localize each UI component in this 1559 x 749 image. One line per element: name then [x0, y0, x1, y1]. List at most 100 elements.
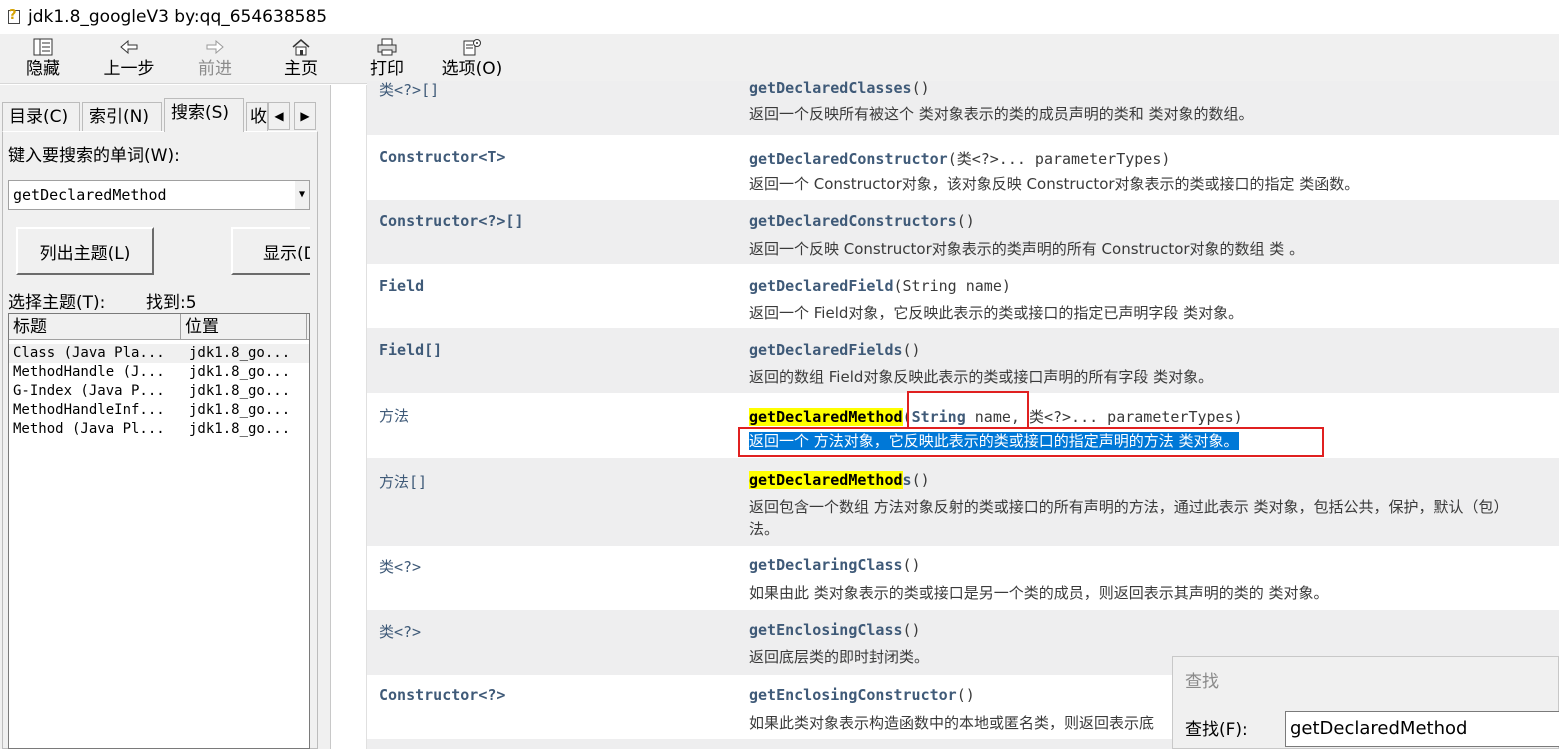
list-item[interactable]: MethodHandle (J... jdk1.8_go... — [9, 363, 309, 382]
method-description-cont: 法。 — [749, 520, 780, 538]
home-label: 主页 — [284, 59, 318, 79]
method-link[interactable]: getDeclaredField — [749, 277, 894, 295]
options-button[interactable]: 选项(O) — [432, 36, 512, 82]
back-label: 上一步 — [103, 59, 155, 79]
find-dialog: 查找 查找(F): getDeclaredMethod — [1172, 656, 1559, 749]
method-signature: getDeclaredMethods() — [749, 471, 930, 489]
navigation-tabs: 目录(C) 索引(N) 搜索(S) 收 ◀ ▶ — [2, 98, 322, 132]
method-link[interactable]: getDeclaredConstructors — [749, 212, 957, 230]
list-item[interactable]: G-Index (Java P... jdk1.8_go... — [9, 382, 309, 401]
window-title: jdk1.8_googleV3 by:qq_654638585 — [28, 7, 328, 27]
return-type: 类<?>[] — [379, 81, 440, 99]
select-topic-label: 选择主题(T): — [8, 293, 106, 313]
method-signature: getEnclosingClass() — [749, 621, 921, 639]
method-link-highlighted[interactable]: getDeclaredMethod — [749, 408, 903, 426]
hide-pane-icon — [32, 36, 54, 58]
method-signature: getDeclaredConstructors() — [749, 212, 975, 230]
return-type[interactable]: Field[] — [379, 341, 442, 359]
table-row: Constructor<?>[] getDeclaredConstructors… — [367, 200, 1559, 264]
search-keyword-input[interactable]: getDeclaredMethod ▼ — [8, 180, 310, 210]
return-type[interactable]: Constructor<T> — [379, 148, 505, 166]
print-button[interactable]: 打印 — [347, 36, 427, 82]
list-item[interactable]: MethodHandleInf... jdk1.8_go... — [9, 401, 309, 420]
search-keyword-value: getDeclaredMethod — [13, 186, 167, 204]
method-link-highlighted[interactable]: getDeclaredMethod — [749, 471, 903, 489]
return-type: 类<?> — [379, 558, 422, 576]
return-type[interactable]: Field — [379, 277, 424, 295]
method-description: 如果此类对象表示构造函数中的本地或匿名类，则返回表示底 — [749, 714, 1155, 732]
search-prompt-label: 键入要搜索的单词(W): — [8, 146, 180, 166]
home-icon — [290, 36, 312, 58]
column-header-location[interactable]: 位置 — [181, 314, 307, 340]
printer-icon — [376, 36, 398, 58]
table-row: Field[] getDeclaredFields() 返回的数组 Field对… — [367, 328, 1559, 393]
list-item[interactable]: Class (Java Pla... jdk1.8_go... — [9, 344, 309, 363]
table-row: 类<?>[] getDeclaredClasses() 返回一个反映所有被这个 … — [367, 79, 1559, 135]
tab-index[interactable]: 索引(N) — [82, 102, 162, 132]
table-row: Field getDeclaredField(String name) 返回一个… — [367, 264, 1559, 328]
toolbar: 隐藏 上一步 前进 主页 打印 选项(O) — [0, 34, 1559, 84]
print-label: 打印 — [370, 59, 404, 79]
table-row: 方法[] getDeclaredMethods() 返回包含一个数组 方法对象反… — [367, 458, 1559, 546]
method-link[interactable]: getDeclaredFields — [749, 341, 903, 359]
method-link[interactable]: getDeclaredClasses — [749, 79, 912, 97]
found-count: 找到:5 — [146, 293, 197, 313]
help-file-icon: ? — [6, 8, 22, 26]
method-description: 返回一个反映所有被这个 类对象表示的类的成员声明的类和 类对象的数组。 — [749, 105, 1254, 123]
method-link[interactable]: getEnclosingConstructor — [749, 686, 957, 704]
tab-scroll-right-button[interactable]: ▶ — [294, 102, 316, 130]
triangle-right-icon: ▶ — [300, 109, 310, 123]
return-type: 方法 — [379, 407, 410, 425]
return-type: 方法[] — [379, 473, 428, 491]
method-description: 返回一个 Constructor对象，该对象反映 Constructor对象表示… — [749, 175, 1360, 193]
forward-arrow-icon — [204, 36, 226, 58]
home-button[interactable]: 主页 — [261, 36, 341, 82]
results-header: 标题 位置 — [9, 314, 309, 340]
method-description: 返回的数组 Field对象反映此表示的类或接口声明的所有字段 类对象。 — [749, 368, 1214, 386]
column-header-title[interactable]: 标题 — [9, 314, 181, 340]
annotation-box-params — [907, 391, 1029, 429]
forward-button[interactable]: 前进 — [175, 36, 255, 82]
method-description: 返回包含一个数组 方法对象反射的类或接口的所有声明的方法，通过此表示 类对象，包… — [749, 498, 1509, 516]
tab-scroll-left-button[interactable]: ◀ — [268, 102, 290, 130]
method-description: 返回底层类的即时封闭类。 — [749, 648, 930, 666]
triangle-left-icon: ◀ — [274, 109, 284, 123]
list-topics-button[interactable]: 列出主题(L) — [16, 227, 154, 275]
tab-contents[interactable]: 目录(C) — [2, 102, 80, 132]
method-description: 返回一个 Field对象，它反映此表示的类或接口的指定已声明字段 类对象。 — [749, 304, 1244, 322]
method-signature: getDeclaredField(String name) — [749, 277, 1011, 295]
return-type: 类<?> — [379, 623, 422, 641]
tab-favorites[interactable]: 收 — [246, 102, 268, 132]
tab-search[interactable]: 搜索(S) — [164, 98, 244, 132]
options-label: 选项(O) — [441, 59, 503, 79]
find-dialog-title: 查找 — [1185, 672, 1219, 692]
back-button[interactable]: 上一步 — [89, 36, 169, 82]
return-type[interactable]: Constructor<?>[] — [379, 212, 524, 230]
document-content[interactable]: 类<?>[] getDeclaredClasses() 返回一个反映所有被这个 … — [330, 79, 1559, 749]
list-item[interactable]: Method (Java Pl... jdk1.8_go... — [9, 420, 309, 439]
method-link[interactable]: getEnclosingClass — [749, 621, 903, 639]
method-signature: getEnclosingConstructor() — [749, 686, 975, 704]
back-arrow-icon — [118, 36, 140, 58]
annotation-box-description — [738, 427, 1324, 457]
options-icon — [461, 36, 483, 58]
method-description: 如果由此 类对象表示的类或接口是另一个类的成员，则返回表示其声明的类的 类对象。 — [749, 584, 1329, 602]
method-signature: getDeclaredFields() — [749, 341, 921, 359]
method-signature: getDeclaredConstructor(类<?>... parameter… — [749, 150, 1171, 168]
search-results-list[interactable]: 标题 位置 Class (Java Pla... jdk1.8_go... Me… — [8, 313, 310, 749]
find-label: 查找(F): — [1185, 720, 1248, 740]
content-gutter — [331, 85, 367, 749]
dropdown-arrow-icon[interactable]: ▼ — [295, 181, 309, 209]
method-link[interactable]: getDeclaringClass — [749, 556, 903, 574]
method-link[interactable]: getDeclaredConstructor — [749, 150, 948, 168]
table-row: 类<?> getDeclaringClass() 如果由此 类对象表示的类或接口… — [367, 546, 1559, 610]
title-bar: ? jdk1.8_googleV3 by:qq_654638585 — [0, 0, 1559, 34]
method-signature: getDeclaringClass() — [749, 556, 921, 574]
find-input[interactable]: getDeclaredMethod — [1285, 711, 1559, 747]
display-button[interactable]: 显示(D) — [231, 227, 310, 275]
table-row: Constructor<T> getDeclaredConstructor(类<… — [367, 135, 1559, 200]
method-description: 返回一个反映 Constructor对象表示的类声明的所有 Constructo… — [749, 240, 1305, 258]
hide-button[interactable]: 隐藏 — [3, 36, 83, 82]
forward-label: 前进 — [198, 59, 232, 79]
return-type[interactable]: Constructor<?> — [379, 686, 505, 704]
